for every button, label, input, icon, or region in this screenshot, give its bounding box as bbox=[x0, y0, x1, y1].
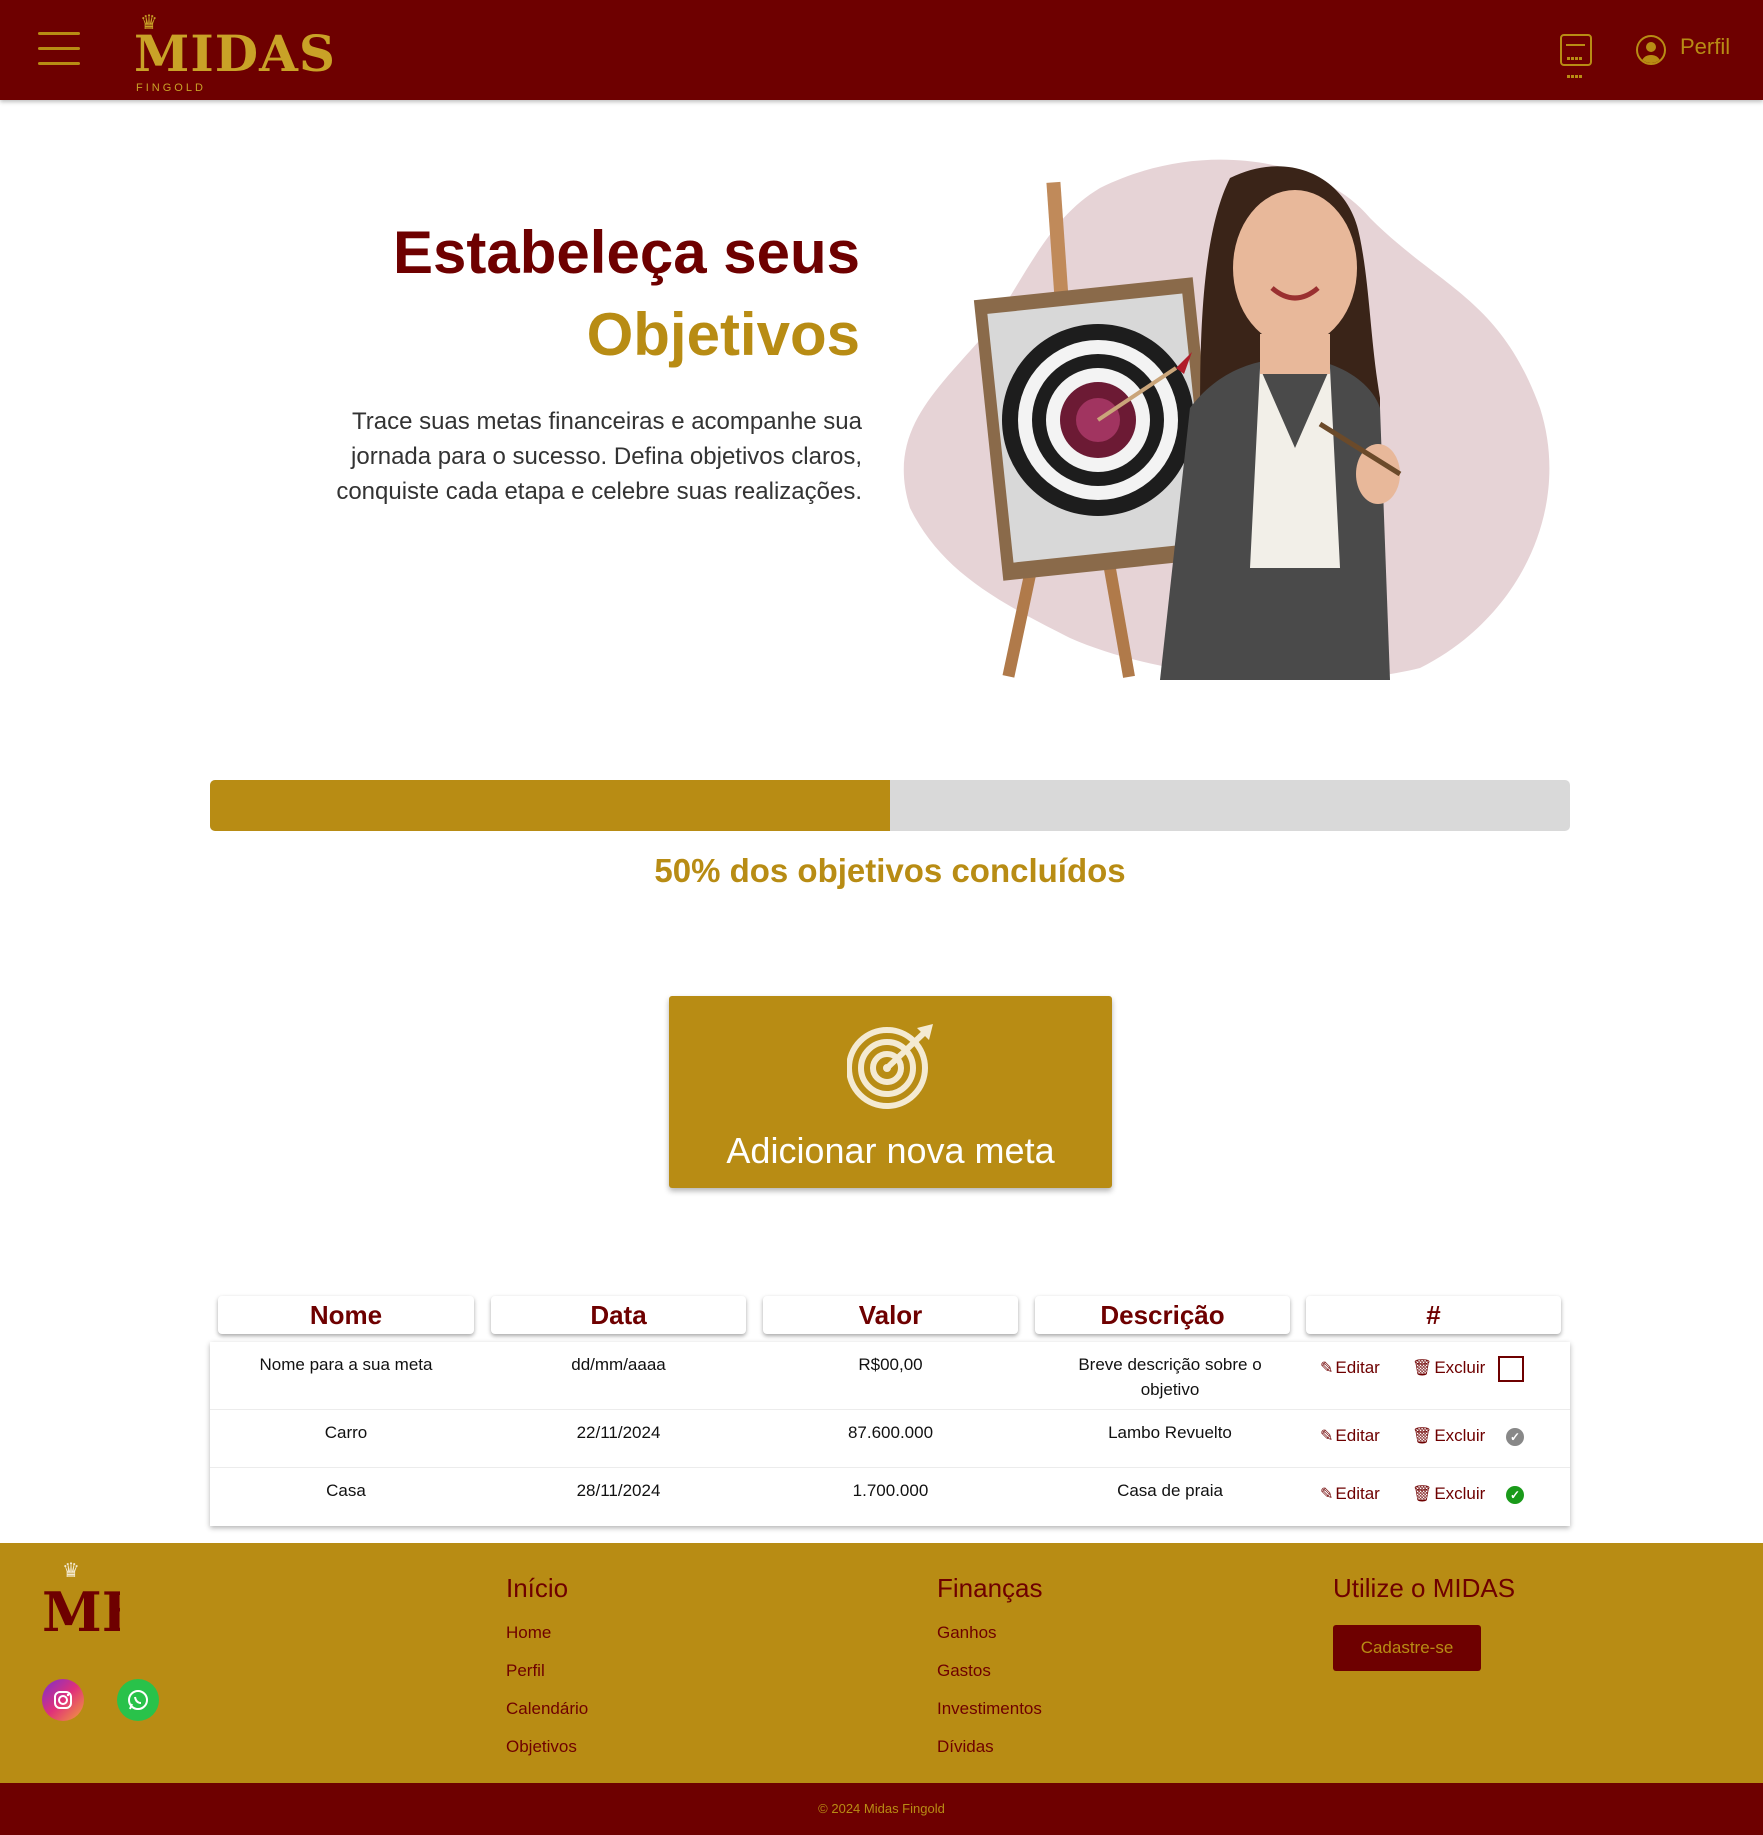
edit-label: Editar bbox=[1335, 1426, 1380, 1445]
edit-label: Editar bbox=[1335, 1484, 1380, 1503]
profile-button[interactable]: Perfil bbox=[1636, 30, 1730, 70]
hero-title-line1: Estabeleça seus bbox=[393, 219, 860, 286]
footer-link-home[interactable]: Home bbox=[506, 1623, 551, 1643]
midas-logo[interactable]: ♛ MIDAS FINGOLD bbox=[132, 10, 335, 94]
cell-nome: Nome para a sua meta bbox=[259, 1355, 433, 1374]
delete-button[interactable]: 🗑 Excluir bbox=[1412, 1426, 1485, 1446]
logo-text: MIDAS bbox=[134, 24, 336, 83]
footer-link-ganhos[interactable]: Ganhos bbox=[937, 1623, 997, 1643]
add-goal-label: Adicionar nova meta bbox=[726, 1130, 1055, 1171]
table-row: Casa 28/11/2024 1.700.000 Casa de praia … bbox=[210, 1468, 1570, 1526]
table-row: Carro 22/11/2024 87.600.000 Lambo Revuel… bbox=[210, 1410, 1570, 1468]
cell-valor: R$00,00 bbox=[858, 1355, 923, 1374]
column-header-descricao: Descrição bbox=[1035, 1296, 1290, 1334]
footer-inicio-title: Início bbox=[506, 1573, 569, 1603]
cell-valor: 87.600.000 bbox=[847, 1423, 934, 1442]
footer-logo[interactable]: ♛ MF bbox=[40, 1557, 120, 1637]
footer-link-gastos[interactable]: Gastos bbox=[937, 1661, 991, 1681]
goals-table: Nome para a sua meta dd/mm/aaaa R$00,00 … bbox=[210, 1342, 1570, 1526]
column-header-actions: # bbox=[1306, 1296, 1561, 1334]
delete-label: Excluir bbox=[1434, 1358, 1486, 1377]
cell-descricao: Lambo Revuelto bbox=[1108, 1423, 1232, 1442]
column-header-data: Data bbox=[491, 1296, 746, 1334]
edit-button[interactable]: ✎ Editar bbox=[1320, 1358, 1380, 1378]
edit-button[interactable]: ✎ Editar bbox=[1320, 1426, 1380, 1446]
footer-cta-title: Utilize o MIDAS bbox=[1333, 1573, 1516, 1603]
footer-financas-title: Finanças bbox=[937, 1573, 1043, 1603]
delete-button[interactable]: 🗑 Excluir bbox=[1412, 1358, 1485, 1378]
cell-descricao: Casa de praia bbox=[1117, 1481, 1223, 1500]
edit-icon: ✎ bbox=[1320, 1486, 1334, 1503]
menu-icon[interactable] bbox=[38, 32, 80, 66]
edit-icon: ✎ bbox=[1320, 1428, 1334, 1445]
cell-descricao: Breve descrição sobre o objetivo bbox=[1078, 1355, 1262, 1399]
footer-link-perfil[interactable]: Perfil bbox=[506, 1661, 545, 1681]
footer-link-dividas[interactable]: Dívidas bbox=[937, 1737, 994, 1757]
goal-complete-checkbox[interactable] bbox=[1498, 1356, 1524, 1382]
hero-description: Trace suas metas financeiras e acompanhe… bbox=[336, 408, 862, 505]
status-pending-check-icon[interactable]: ✓ bbox=[1506, 1428, 1524, 1446]
trash-icon: 🗑 bbox=[1412, 1428, 1433, 1445]
copyright: © 2024 Midas Fingold bbox=[0, 1783, 1763, 1835]
add-goal-button[interactable]: Adicionar nova meta bbox=[669, 996, 1112, 1188]
calendar-icon[interactable] bbox=[1560, 34, 1592, 78]
svg-text:♛: ♛ bbox=[62, 1558, 80, 1582]
goals-progress-label: 50% dos objetivos concluídos bbox=[654, 852, 1126, 889]
hero-title-line2: Objetivos bbox=[586, 301, 860, 368]
edit-button[interactable]: ✎ Editar bbox=[1320, 1484, 1380, 1504]
user-circle-icon bbox=[1636, 35, 1666, 65]
trash-icon: 🗑 bbox=[1412, 1486, 1433, 1503]
column-header-nome: Nome bbox=[218, 1296, 474, 1334]
table-row: Nome para a sua meta dd/mm/aaaa R$00,00 … bbox=[210, 1342, 1570, 1410]
column-header-valor: Valor bbox=[763, 1296, 1018, 1334]
delete-button[interactable]: 🗑 Excluir bbox=[1412, 1484, 1485, 1504]
footer: ♛ MF Início Home Perfil Calendário Objet… bbox=[0, 1543, 1763, 1783]
whatsapp-icon[interactable] bbox=[117, 1679, 159, 1721]
status-done-check-icon[interactable]: ✓ bbox=[1506, 1486, 1524, 1504]
target-arrow-icon bbox=[847, 1024, 933, 1109]
footer-link-investimentos[interactable]: Investimentos bbox=[937, 1699, 1042, 1719]
delete-label: Excluir bbox=[1434, 1426, 1486, 1445]
cell-nome: Carro bbox=[324, 1423, 368, 1442]
footer-link-objetivos[interactable]: Objetivos bbox=[506, 1737, 577, 1757]
footer-link-calendario[interactable]: Calendário bbox=[506, 1699, 588, 1719]
top-header: ♛ MIDAS FINGOLD Perfil bbox=[0, 0, 1763, 100]
cell-data: 22/11/2024 bbox=[576, 1423, 661, 1442]
goals-progress-fill bbox=[210, 780, 890, 831]
edit-label: Editar bbox=[1335, 1358, 1380, 1377]
trash-icon: 🗑 bbox=[1412, 1360, 1433, 1377]
cell-data: dd/mm/aaaa bbox=[571, 1355, 666, 1374]
hero-title: Estabeleça seus Objetivos bbox=[300, 212, 860, 376]
delete-label: Excluir bbox=[1434, 1484, 1486, 1503]
goals-progress-bar bbox=[210, 780, 1570, 831]
cell-data: 28/11/2024 bbox=[576, 1481, 661, 1500]
profile-label: Perfil bbox=[1680, 34, 1731, 59]
signup-button[interactable]: Cadastre-se bbox=[1333, 1625, 1481, 1671]
cell-nome: Casa bbox=[326, 1481, 366, 1500]
logo-subtext: FINGOLD bbox=[136, 82, 206, 94]
edit-icon: ✎ bbox=[1320, 1360, 1334, 1377]
footer-logo-text: MF bbox=[42, 1580, 120, 1637]
instagram-icon[interactable] bbox=[42, 1679, 84, 1721]
cell-valor: 1.700.000 bbox=[852, 1481, 929, 1500]
hero-illustration bbox=[903, 159, 1550, 680]
